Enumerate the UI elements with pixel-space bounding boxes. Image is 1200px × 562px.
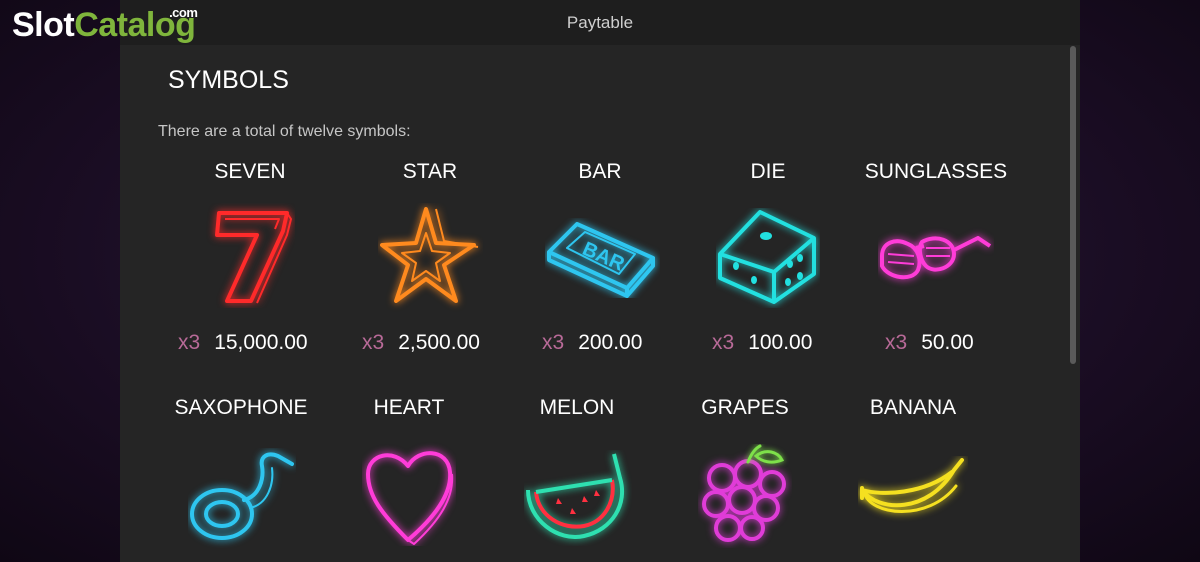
star-icon [380, 207, 479, 303]
payout-die: x3 100.00 [712, 331, 812, 355]
die-icon [718, 210, 816, 304]
heart-icon [366, 451, 454, 545]
section-title: SYMBOLS [168, 66, 289, 94]
amount-star: 2,500.00 [398, 331, 480, 354]
logo-slot-text: Slot [12, 6, 75, 44]
top-bar: Paytable [120, 0, 1080, 45]
symbol-name-sunglasses: SUNGLASSES [864, 160, 1008, 183]
sunglasses-icon [880, 236, 992, 280]
symbol-name-banana: BANANA [869, 396, 957, 419]
bar-icon: BAR [547, 222, 655, 298]
seven-icon [215, 211, 292, 304]
multiplier-star: x3 [362, 331, 385, 354]
amount-seven: 15,000.00 [214, 331, 308, 354]
paytable-panel: Paytable SYMBOLS There are a total of tw… [120, 0, 1080, 562]
saxophone-icon [190, 452, 294, 540]
amount-die: 100.00 [748, 331, 813, 354]
amount-bar: 200.00 [578, 331, 643, 354]
logo-dotcom-text: .com [169, 5, 198, 20]
scrollbar[interactable] [1070, 46, 1076, 364]
payout-seven: x3 15,000.00 [178, 331, 308, 355]
symbol-name-seven: SEVEN [214, 160, 286, 183]
payout-bar: x3 200.00 [542, 331, 642, 355]
page-title: Paytable [566, 13, 634, 32]
melon-icon [526, 453, 625, 539]
section-intro: There are a total of twelve symbols: [158, 123, 411, 140]
grapes-icon [702, 444, 786, 542]
payout-sunglasses: x3 50.00 [885, 331, 974, 355]
banana-icon [860, 458, 964, 513]
multiplier-bar: x3 [542, 331, 565, 354]
amount-sunglasses: 50.00 [921, 331, 974, 354]
payout-star: x3 2,500.00 [362, 331, 480, 355]
multiplier-sunglasses: x3 [885, 331, 908, 354]
multiplier-seven: x3 [178, 331, 201, 354]
multiplier-die: x3 [712, 331, 735, 354]
slotcatalog-watermark-logo: SlotCatalog .com [12, 5, 198, 44]
